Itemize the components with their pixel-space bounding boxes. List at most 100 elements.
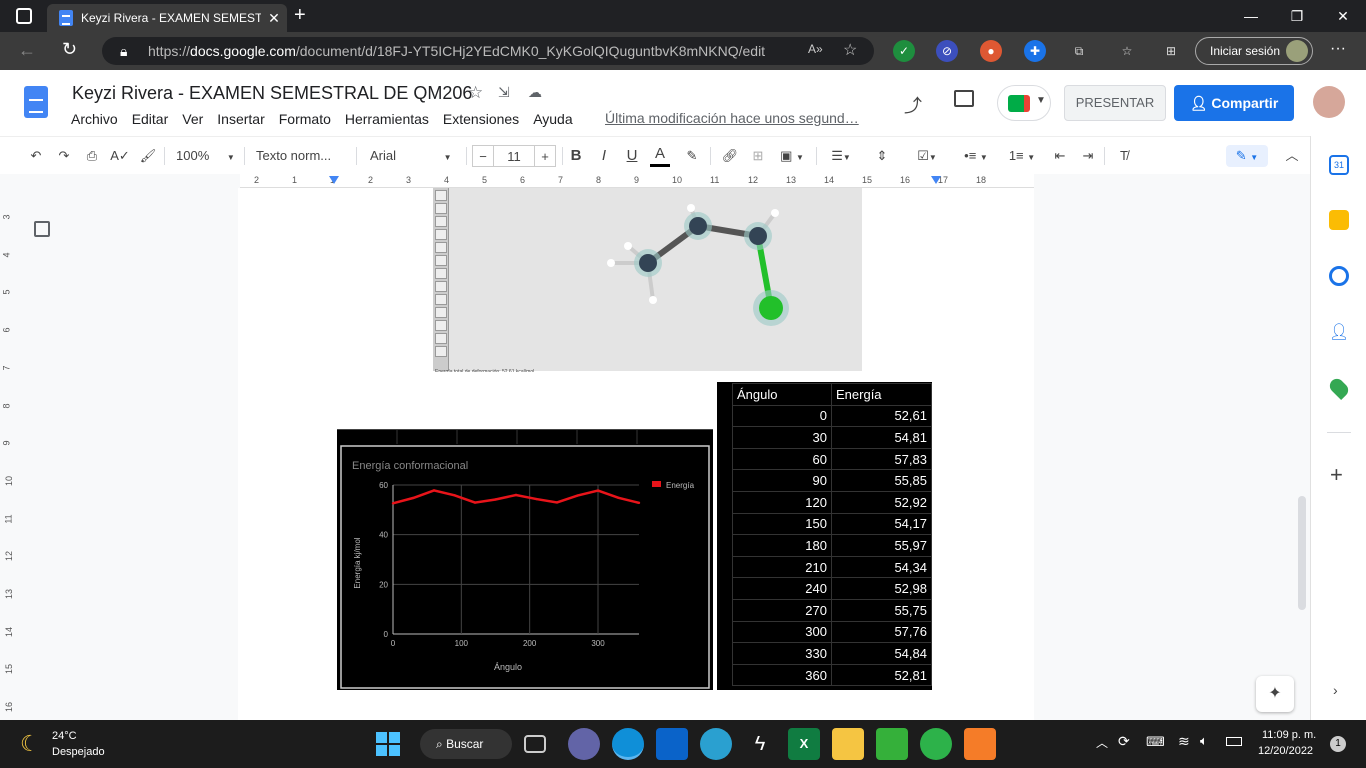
font-select[interactable]: Arial ▼ (370, 145, 462, 167)
energy-table-image[interactable]: Ángulo Energía 0 52,61 30 54,81 60 57,83 90 55,85… (717, 382, 932, 690)
user-avatar[interactable] (1313, 86, 1345, 118)
extension-plus-icon[interactable]: ✚ (1024, 40, 1046, 62)
text-color-icon[interactable]: A (650, 145, 670, 167)
present-button[interactable]: PRESENTAR (1064, 85, 1166, 121)
docs-logo-icon[interactable] (24, 86, 48, 118)
increase-indent-icon[interactable]: ⇥ (1078, 145, 1098, 167)
last-modified-link[interactable]: Última modificación hace unos segund… (605, 110, 859, 126)
collapse-menus-icon[interactable]: ︿ (1282, 145, 1302, 167)
weather-desc[interactable]: Despejado (52, 746, 105, 758)
underline-icon[interactable]: U (622, 145, 642, 167)
italic-icon[interactable]: I (594, 145, 614, 167)
restore-icon[interactable]: ❐ (1274, 4, 1320, 28)
collections-icon[interactable]: ⊞ (1160, 40, 1182, 62)
notification-badge[interactable]: 1 (1330, 736, 1346, 752)
align-icon[interactable]: ☰▼ (826, 145, 856, 167)
read-aloud-icon[interactable]: A» (808, 42, 823, 56)
extension-shield-icon[interactable]: ✓ (893, 40, 915, 62)
bold-icon[interactable]: B (566, 145, 586, 167)
browser-app-icon[interactable] (700, 728, 732, 760)
weather-moon-icon[interactable]: ☾ (20, 731, 40, 757)
horizontal-ruler[interactable]: 21123456789101112131415161718 (240, 174, 1034, 188)
favorites-icon[interactable]: ☆ (1116, 40, 1138, 62)
document-title[interactable]: Keyzi Rivera - EXAMEN SEMESTRAL DE QM206 (72, 83, 472, 104)
energy-chart-image[interactable]: Energía conformacional Ángulo Energía kj… (337, 429, 713, 690)
scrollbar-thumb[interactable] (1298, 496, 1306, 610)
sync-icon[interactable]: ⟳ (1118, 733, 1130, 750)
weather-temp[interactable]: 24°C (52, 730, 77, 742)
document-outline-icon[interactable] (34, 221, 50, 237)
back-icon[interactable]: ← (18, 40, 36, 61)
keep-icon[interactable] (1329, 210, 1349, 230)
start-icon[interactable] (372, 728, 404, 760)
star-icon[interactable]: ☆ (468, 83, 483, 103)
extensions-icon[interactable]: ⧉ (1068, 40, 1090, 62)
contacts-icon[interactable]: 👤︎ (1329, 322, 1349, 342)
spellcheck-icon[interactable]: A✓ (110, 145, 130, 167)
close-tab-icon[interactable]: ✕ (261, 10, 287, 27)
add-comment-icon[interactable]: ⊞ (748, 145, 768, 167)
numbered-list-icon[interactable]: 1≡ ▼ (1004, 145, 1040, 167)
calendar-icon[interactable]: 31 (1329, 155, 1349, 175)
app-lightning-icon[interactable]: ϟ (744, 728, 776, 760)
move-icon[interactable]: ⇲ (498, 84, 510, 101)
show-hidden-icons[interactable]: ︿ (1096, 734, 1108, 751)
browser-tab[interactable]: Keyzi Rivera - EXAMEN SEMESTR ✕ (47, 4, 287, 32)
extension-block-icon[interactable]: ⊘ (936, 40, 958, 62)
edge-icon[interactable] (612, 728, 644, 760)
xampp-icon[interactable] (964, 728, 996, 760)
insert-link-icon[interactable]: 🔗︎ (720, 145, 740, 167)
battery-icon[interactable] (1226, 737, 1242, 746)
tab-actions-icon[interactable] (16, 8, 32, 24)
menu-ayuda[interactable]: Ayuda (533, 111, 572, 127)
chemistry-app-icon[interactable] (920, 728, 952, 760)
zoom-select[interactable]: 100% ▼ (176, 145, 236, 167)
undo-icon[interactable]: ↶ (26, 145, 46, 167)
menu-archivo[interactable]: Archivo (71, 111, 118, 127)
teams-chat-icon[interactable] (568, 728, 600, 760)
line-spacing-icon[interactable]: ⇕ (872, 145, 892, 167)
clock-time[interactable]: 11:09 p. m. (1262, 729, 1316, 741)
signin-button[interactable]: Iniciar sesión (1195, 37, 1313, 65)
decrease-font-size-button[interactable]: − (472, 145, 494, 167)
close-window-icon[interactable]: ✕ (1320, 4, 1366, 28)
menu-extensiones[interactable]: Extensiones (443, 111, 519, 127)
insert-image-icon[interactable]: ▣ ▼ (776, 145, 808, 167)
paint-format-icon[interactable]: 🖌︎ (138, 145, 158, 167)
bulleted-list-icon[interactable]: •≡ ▼ (958, 145, 994, 167)
wifi-icon[interactable]: ≋ (1178, 733, 1190, 750)
checklist-icon[interactable]: ☑▼ (912, 145, 942, 167)
url-input[interactable]: 🔒︎ https://docs.google.com/document/d/18… (102, 37, 874, 65)
redo-icon[interactable]: ↷ (54, 145, 74, 167)
menu-ver[interactable]: Ver (182, 111, 203, 127)
print-icon[interactable]: ⎙ (82, 145, 102, 167)
meet-button[interactable]: ▼ (997, 85, 1051, 121)
settings-more-icon[interactable]: ··· (1330, 40, 1346, 58)
volume-icon[interactable]: 🔈︎ (1200, 733, 1208, 749)
excel-icon[interactable]: X (788, 728, 820, 760)
font-size-input[interactable]: 11 (494, 145, 534, 167)
file-explorer-icon[interactable] (832, 728, 864, 760)
expand-panel-icon[interactable]: › (1333, 682, 1338, 698)
minimize-icon[interactable]: — (1228, 4, 1274, 28)
style-select[interactable]: Texto norm... ▼ (256, 145, 348, 184)
editing-mode-button[interactable]: ✎ ▼ (1226, 145, 1268, 167)
menu-editar[interactable]: Editar (132, 111, 169, 127)
explore-button[interactable]: ✦ (1256, 676, 1294, 712)
menu-insertar[interactable]: Insertar (217, 111, 264, 127)
menu-formato[interactable]: Formato (279, 111, 331, 127)
highlight-icon[interactable]: ✎ (682, 145, 702, 167)
taskbar-search[interactable]: ⌕ Buscar (420, 729, 512, 759)
extension-duck-icon[interactable]: ● (980, 40, 1002, 62)
get-addons-icon[interactable]: + (1330, 462, 1343, 488)
molecule-image[interactable]: Energía total de deformación: 52.61 kcal… (433, 188, 862, 372)
new-tab-icon[interactable]: + (294, 4, 306, 27)
decrease-indent-icon[interactable]: ⇤ (1050, 145, 1070, 167)
menu-herramientas[interactable]: Herramientas (345, 111, 429, 127)
task-view-icon[interactable] (524, 735, 546, 753)
reload-icon[interactable]: ↻ (62, 39, 77, 60)
mail-icon[interactable] (656, 728, 688, 760)
clock-date[interactable]: 12/20/2022 (1258, 745, 1313, 757)
increase-font-size-button[interactable]: + (534, 145, 556, 167)
comments-icon[interactable] (954, 90, 974, 107)
